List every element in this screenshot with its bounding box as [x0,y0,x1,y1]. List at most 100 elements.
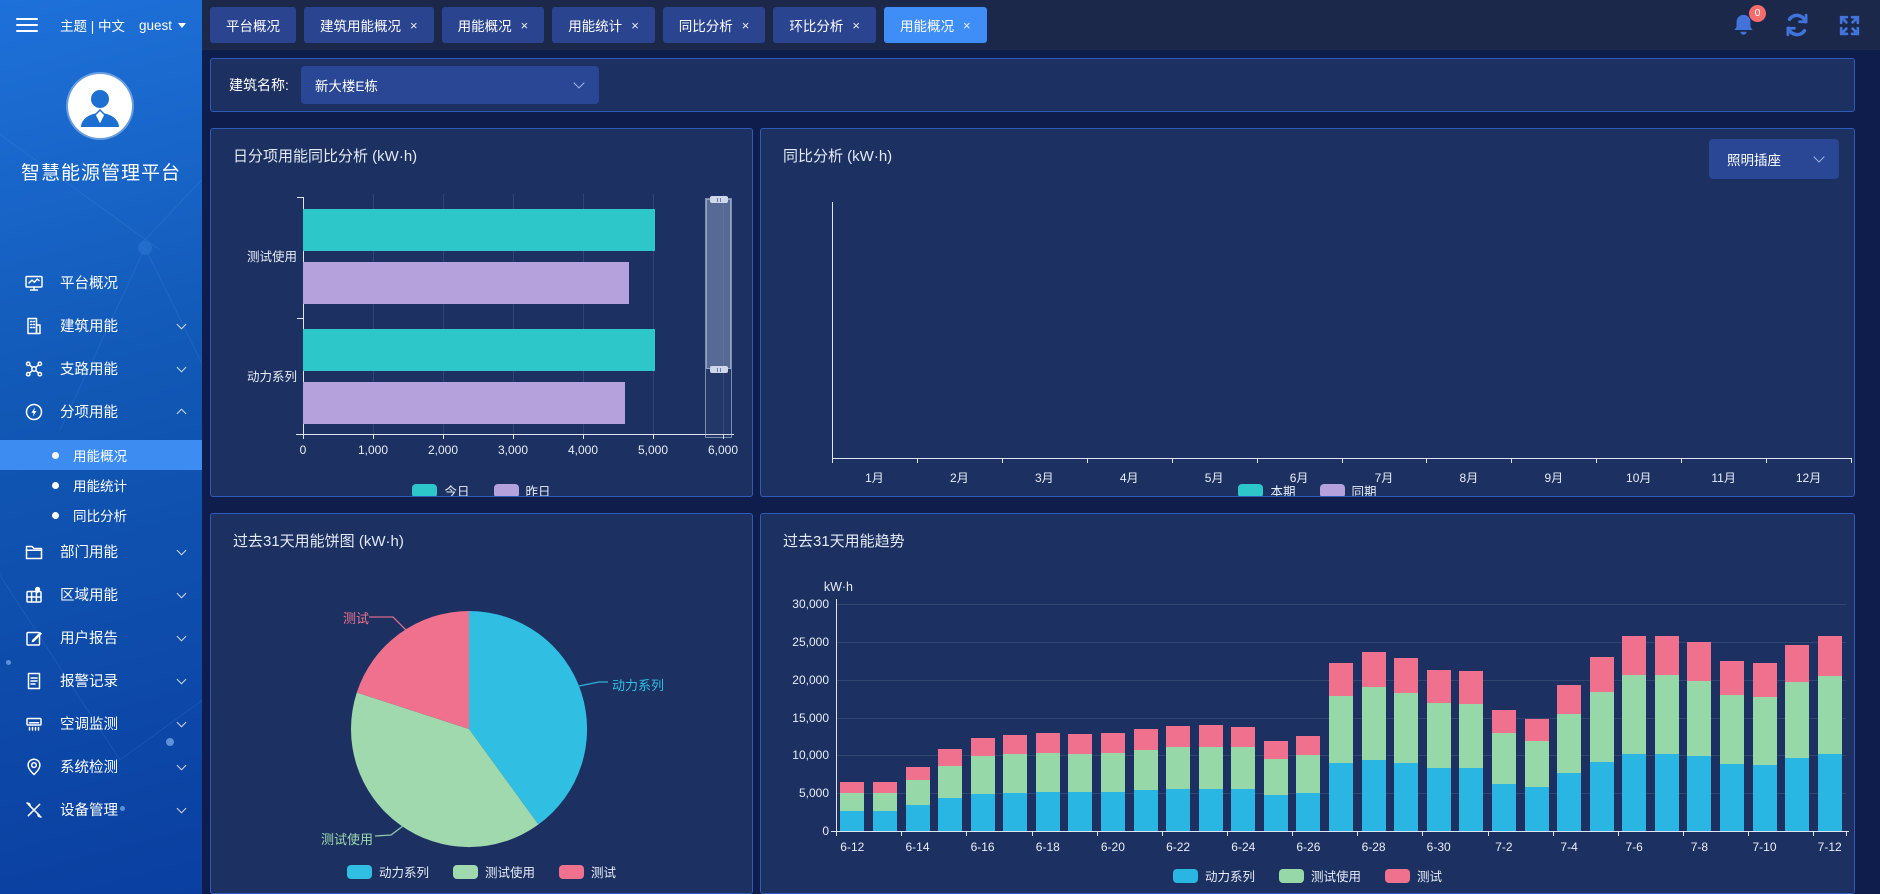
stack-bar-7-2-测试使用[interactable] [1492,733,1516,784]
stack-bar-6-18-动力系列[interactable] [1036,792,1060,831]
sidebar-item-分项用能[interactable]: 分项用能 [0,390,202,433]
stack-bar-6-28-测试使用[interactable] [1362,687,1386,760]
stack-bar-7-9-测试使用[interactable] [1720,695,1744,764]
legend-item-本期[interactable]: 本期 [1238,481,1295,497]
stack-bar-6-27-动力系列[interactable] [1329,763,1353,831]
stack-bar-6-14-测试使用[interactable] [906,780,930,805]
stack-bar-7-11-测试使用[interactable] [1785,682,1809,758]
stack-bar-6-12-测试[interactable] [840,782,864,793]
legend-item-昨日[interactable]: 昨日 [494,481,551,497]
close-icon[interactable]: × [410,18,418,33]
stack-bar-6-17-测试[interactable] [1003,735,1027,754]
notifications-button[interactable]: 0 [1730,12,1757,39]
stack-bar-6-22-动力系列[interactable] [1166,789,1190,831]
stack-bar-7-2-动力系列[interactable] [1492,784,1516,831]
sidebar-item-报警记录[interactable]: 报警记录 [0,659,202,702]
stack-bar-7-5-动力系列[interactable] [1590,762,1614,831]
stack-bar-6-24-动力系列[interactable] [1231,789,1255,831]
stack-bar-6-26-测试使用[interactable] [1296,755,1320,793]
stack-bar-7-5-测试[interactable] [1590,657,1614,692]
close-icon[interactable]: × [852,18,860,33]
stack-bar-6-28-测试[interactable] [1362,652,1386,687]
stack-bar-7-8-测试[interactable] [1687,642,1711,681]
legend-item-动力系列[interactable]: 动力系列 [347,862,429,881]
stack-bar-6-18-测试[interactable] [1036,733,1060,753]
stack-bar-6-24-测试[interactable] [1231,727,1255,747]
stack-bar-7-8-测试使用[interactable] [1687,681,1711,756]
stack-bar-6-23-测试[interactable] [1199,725,1223,747]
stack-bar-6-28-动力系列[interactable] [1362,760,1386,831]
stack-bar-7-6-测试使用[interactable] [1622,675,1646,754]
sidebar-item-平台概况[interactable]: 平台概况 [0,261,202,304]
stack-bar-7-3-测试使用[interactable] [1525,741,1549,787]
bar-动力系列-昨日[interactable] [303,382,625,424]
stack-bar-6-20-动力系列[interactable] [1101,792,1125,831]
stack-bar-7-11-动力系列[interactable] [1785,758,1809,831]
sidebar-item-用户报告[interactable]: 用户报告 [0,616,202,659]
stack-bar-7-9-动力系列[interactable] [1720,764,1744,831]
stack-bar-7-11-测试[interactable] [1785,645,1809,682]
stack-bar-6-26-动力系列[interactable] [1296,793,1320,831]
stack-bar-6-16-动力系列[interactable] [971,794,995,831]
stack-bar-7-6-动力系列[interactable] [1622,754,1646,831]
stack-bar-6-14-动力系列[interactable] [906,805,930,831]
legend-item-测试使用[interactable]: 测试使用 [453,862,535,881]
stack-bar-6-25-测试[interactable] [1264,741,1288,759]
refresh-button[interactable] [1783,11,1811,39]
stack-bar-7-10-测试[interactable] [1753,663,1777,697]
sidebar-subitem-用能统计[interactable]: 用能统计 [0,470,202,500]
stack-bar-6-14-测试[interactable] [906,767,930,780]
legend-item-今日[interactable]: 今日 [412,481,469,497]
stack-bar-6-15-动力系列[interactable] [938,798,962,831]
stack-bar-6-24-测试使用[interactable] [1231,747,1255,789]
stack-bar-6-30-测试使用[interactable] [1427,703,1451,768]
stack-bar-7-1-测试使用[interactable] [1459,704,1483,768]
stack-bar-6-27-测试[interactable] [1329,663,1353,696]
stack-bar-6-13-动力系列[interactable] [873,811,897,831]
stack-bar-6-25-动力系列[interactable] [1264,795,1288,831]
stack-bar-6-23-测试使用[interactable] [1199,747,1223,789]
close-icon[interactable]: × [742,18,750,33]
sidebar-item-区域用能[interactable]: 区域用能 [0,573,202,616]
bar-动力系列-今日[interactable] [303,329,655,371]
stack-bar-6-29-测试[interactable] [1394,658,1418,693]
stack-bar-6-19-测试使用[interactable] [1068,754,1092,792]
stack-bar-7-1-动力系列[interactable] [1459,768,1483,831]
stack-bar-6-21-测试[interactable] [1134,729,1158,750]
stack-bar-6-19-动力系列[interactable] [1068,792,1092,831]
data-zoom-handle[interactable] [710,196,728,203]
sidebar-subitem-同比分析[interactable]: 同比分析 [0,500,202,530]
avatar[interactable] [68,74,132,138]
stack-bar-7-4-测试[interactable] [1557,685,1581,714]
hamburger-menu-icon[interactable] [16,18,38,32]
sidebar-item-建筑用能[interactable]: 建筑用能 [0,304,202,347]
bar-测试使用-昨日[interactable] [303,262,629,304]
fullscreen-button[interactable] [1837,13,1862,38]
stack-bar-6-22-测试使用[interactable] [1166,747,1190,789]
stack-bar-6-29-动力系列[interactable] [1394,763,1418,831]
stack-bar-6-15-测试使用[interactable] [938,766,962,798]
stack-bar-6-15-测试[interactable] [938,749,962,766]
stack-bar-6-30-测试[interactable] [1427,670,1451,703]
stack-bar-6-26-测试[interactable] [1296,736,1320,755]
close-icon[interactable]: × [963,18,971,33]
stack-bar-7-2-测试[interactable] [1492,710,1516,733]
stack-bar-6-20-测试使用[interactable] [1101,753,1125,792]
stack-bar-6-20-测试[interactable] [1101,733,1125,753]
stack-bar-6-21-测试使用[interactable] [1134,750,1158,790]
stack-bar-6-16-测试使用[interactable] [971,756,995,794]
tab-用能概况-2[interactable]: 用能概况× [442,7,545,43]
building-select[interactable]: 新大楼E栋 [301,66,599,104]
legend-item-同期[interactable]: 同期 [1320,481,1377,497]
stack-bar-6-16-测试[interactable] [971,738,995,756]
stack-bar-6-30-动力系列[interactable] [1427,768,1451,831]
stack-bar-6-12-动力系列[interactable] [840,811,864,831]
legend-item-动力系列[interactable]: 动力系列 [1173,866,1255,885]
stack-bar-6-25-测试使用[interactable] [1264,759,1288,795]
stack-bar-7-3-测试[interactable] [1525,719,1549,741]
stack-bar-7-3-动力系列[interactable] [1525,787,1549,831]
stack-bar-6-23-动力系列[interactable] [1199,789,1223,831]
tab-环比分析-5[interactable]: 环比分析× [773,7,876,43]
close-icon[interactable]: × [521,18,529,33]
bar-测试使用-今日[interactable] [303,209,655,251]
